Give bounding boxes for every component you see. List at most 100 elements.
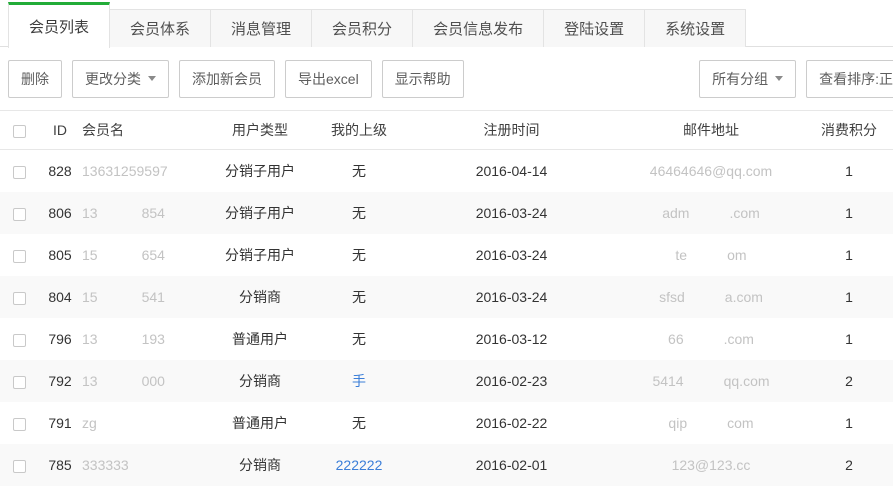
tab-label: 系统设置 xyxy=(665,18,725,39)
show-help-button[interactable]: 显示帮助 xyxy=(382,60,464,98)
parent-member-link[interactable]: 手 xyxy=(352,373,366,389)
col-header-user-type: 用户类型 xyxy=(208,120,312,140)
tab-label: 会员列表 xyxy=(29,16,89,37)
row-reg-date: 2016-03-24 xyxy=(406,247,617,263)
row-parent: 222222 xyxy=(312,457,406,473)
tab[interactable]: 登陆设置 xyxy=(543,9,645,47)
row-id: 785 xyxy=(38,457,82,473)
tab[interactable]: 消息管理 xyxy=(210,9,312,47)
email-prefix: 5414 xyxy=(652,373,683,389)
row-username: 15 541 xyxy=(82,289,208,305)
all-groups-label: 所有分组 xyxy=(712,69,768,89)
email-suffix: com xyxy=(727,415,753,431)
username-prefix: 15 xyxy=(82,247,98,263)
tab[interactable]: 会员积分 xyxy=(311,9,413,47)
tab[interactable]: 会员列表 xyxy=(8,2,110,48)
row-parent: 无 xyxy=(312,161,406,181)
row-checkbox[interactable] xyxy=(13,334,26,347)
row-checkbox[interactable] xyxy=(13,166,26,179)
col-header-reg-date: 注册时间 xyxy=(406,120,617,140)
row-checkbox[interactable] xyxy=(13,418,26,431)
table-row: 806 13854 分销子用户 无 2016-03-24 adm.com 1 xyxy=(0,192,893,234)
username-prefix: 13 xyxy=(82,373,98,389)
tab[interactable]: 会员体系 xyxy=(109,9,211,47)
row-user-type: 分销子用户 xyxy=(208,161,312,181)
caret-down-icon xyxy=(148,76,156,81)
row-username: 13 000 xyxy=(82,373,208,389)
username-suffix: 654 xyxy=(142,247,165,263)
col-header-email: 邮件地址 xyxy=(617,120,805,140)
username-prefix: 15 xyxy=(82,289,98,305)
username-suffix: 854 xyxy=(142,205,165,221)
row-points: 2 xyxy=(805,457,893,473)
row-email: 46464646@qq.com xyxy=(617,163,805,179)
email-suffix: .com xyxy=(742,163,772,179)
row-username: 13193 xyxy=(82,331,208,347)
email-prefix: sfsd xyxy=(659,289,685,305)
username-prefix: 333333 xyxy=(82,457,129,473)
sort-order-dropdown[interactable]: 查看排序:正常排序 xyxy=(806,60,893,98)
row-checkbox[interactable] xyxy=(13,292,26,305)
row-id: 791 xyxy=(38,415,82,431)
row-parent: 无 xyxy=(312,413,406,433)
tab-label: 会员信息发布 xyxy=(433,18,523,39)
table-row: 828 13631259597 分销子用户 无 2016-04-14 46464… xyxy=(0,150,893,192)
tab-label: 会员体系 xyxy=(130,18,190,39)
row-reg-date: 2016-03-12 xyxy=(406,331,617,347)
username-suffix: 541 xyxy=(142,289,165,305)
row-user-type: 普通用户 xyxy=(208,329,312,349)
row-parent: 无 xyxy=(312,203,406,223)
tab[interactable]: 会员信息发布 xyxy=(412,9,544,47)
row-id: 806 xyxy=(38,205,82,221)
table-body: 828 13631259597 分销子用户 无 2016-04-14 46464… xyxy=(0,150,893,486)
email-suffix: .com xyxy=(724,331,754,347)
row-user-type: 分销子用户 xyxy=(208,203,312,223)
tab[interactable]: 系统设置 xyxy=(644,9,746,47)
row-username: 13854 xyxy=(82,205,208,221)
email-suffix: a.com xyxy=(725,289,763,305)
row-points: 1 xyxy=(805,205,893,221)
email-prefix: 123@123.cc xyxy=(672,457,751,473)
tab-label: 消息管理 xyxy=(231,18,291,39)
col-header-id: ID xyxy=(38,122,82,138)
parent-member-link[interactable]: 222222 xyxy=(336,457,383,473)
tab-label: 会员积分 xyxy=(332,18,392,39)
row-reg-date: 2016-03-24 xyxy=(406,289,617,305)
col-header-parent: 我的上级 xyxy=(312,120,406,140)
row-id: 805 xyxy=(38,247,82,263)
row-parent: 无 xyxy=(312,329,406,349)
row-parent: 手 xyxy=(312,371,406,391)
select-all-checkbox[interactable] xyxy=(13,125,26,138)
add-member-button[interactable]: 添加新会员 xyxy=(179,60,275,98)
row-email: adm.com xyxy=(617,205,805,221)
row-id: 804 xyxy=(38,289,82,305)
row-id: 828 xyxy=(38,163,82,179)
tab-label: 登陆设置 xyxy=(564,18,624,39)
export-excel-button[interactable]: 导出excel xyxy=(285,60,372,98)
change-category-button[interactable]: 更改分类 xyxy=(72,60,169,98)
row-reg-date: 2016-04-14 xyxy=(406,163,617,179)
email-prefix: te xyxy=(675,247,687,263)
row-id: 792 xyxy=(38,373,82,389)
table-row: 792 13000 分销商 手 2016-02-23 5414qq.com 2 xyxy=(0,360,893,402)
delete-button[interactable]: 删除 xyxy=(8,60,62,98)
row-checkbox[interactable] xyxy=(13,460,26,473)
row-user-type: 分销商 xyxy=(208,287,312,307)
username-suffix: 000 xyxy=(142,373,165,389)
all-groups-dropdown[interactable]: 所有分组 xyxy=(699,60,796,98)
username-prefix: 13631259597 xyxy=(82,163,168,179)
row-email: 123@123.cc xyxy=(617,457,805,473)
row-email: 5414qq.com xyxy=(617,373,805,389)
row-user-type: 分销商 xyxy=(208,455,312,475)
row-checkbox[interactable] xyxy=(13,376,26,389)
table-row: 791 zg 普通用户 无 2016-02-22 qipcom 1 xyxy=(0,402,893,444)
row-user-type: 普通用户 xyxy=(208,413,312,433)
email-suffix: om xyxy=(727,247,746,263)
members-table: ID 会员名 用户类型 我的上级 注册时间 邮件地址 消费积分 828 1363… xyxy=(0,110,893,486)
table-header-row: ID 会员名 用户类型 我的上级 注册时间 邮件地址 消费积分 xyxy=(0,110,893,150)
row-points: 1 xyxy=(805,415,893,431)
row-points: 1 xyxy=(805,331,893,347)
table-row: 796 13193 普通用户 无 2016-03-12 66.com 1 xyxy=(0,318,893,360)
row-checkbox[interactable] xyxy=(13,250,26,263)
row-checkbox[interactable] xyxy=(13,208,26,221)
